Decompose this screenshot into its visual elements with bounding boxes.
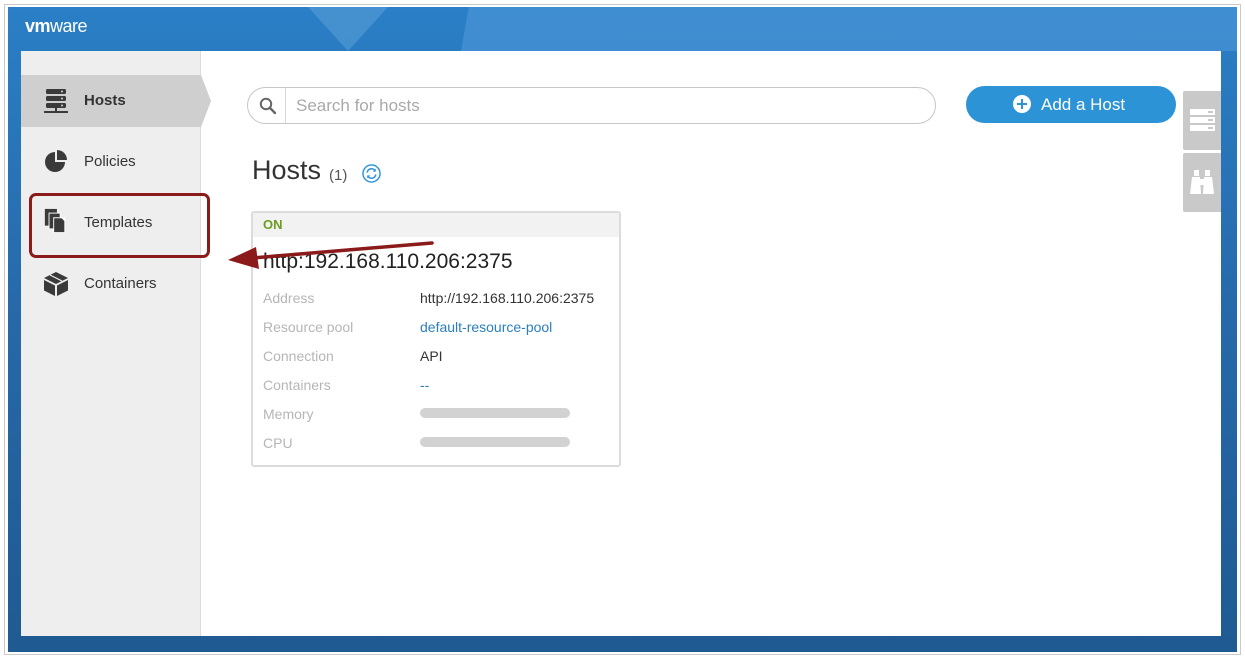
search-input[interactable]: [296, 94, 916, 118]
sidebar-item-hosts[interactable]: Hosts: [21, 75, 211, 127]
resource-pool-label: Resource pool: [263, 319, 354, 335]
refresh-icon[interactable]: [362, 164, 381, 183]
resource-pool-link[interactable]: default-resource-pool: [420, 319, 552, 335]
memory-label: Memory: [263, 406, 314, 422]
workspace: Hosts Policies Templates Containers Sear…: [21, 51, 1221, 636]
hosts-count: (1): [329, 167, 348, 184]
containers-link[interactable]: --: [420, 377, 429, 393]
pie-chart-icon: [45, 150, 67, 172]
server-stack-icon: [44, 89, 68, 113]
address-label: Address: [263, 290, 315, 306]
cube-icon: [44, 272, 68, 296]
connection-value: API: [420, 348, 443, 364]
search-bar: [247, 87, 936, 124]
search-icon: [259, 97, 277, 115]
banner-decoration: [308, 7, 388, 51]
add-host-button[interactable]: Add a Host: [966, 86, 1176, 123]
sidebar-item-label: Containers: [84, 275, 157, 292]
connection-label: Connection: [263, 348, 334, 364]
sidebar-item-containers[interactable]: Containers: [21, 258, 201, 310]
sidebar-item-label: Policies: [84, 153, 136, 170]
binoculars-icon: [1190, 170, 1214, 194]
containers-label: Containers: [263, 377, 331, 393]
annotation-arrow: [228, 241, 434, 269]
list-panel-icon: [1190, 109, 1215, 131]
status-bar: ON: [253, 213, 619, 237]
app-window: vmware Hosts Policies Templates Containe…: [8, 7, 1237, 652]
cpu-label: CPU: [263, 435, 293, 451]
memory-usage-bar: [420, 408, 570, 418]
cpu-usage-bar: [420, 437, 570, 447]
vmware-logo: vmware: [25, 16, 88, 36]
banner-decoration: [378, 7, 1237, 51]
search-button[interactable]: [248, 88, 286, 123]
side-tab-hosts-list[interactable]: [1183, 91, 1221, 150]
plus-circle-icon: [1013, 95, 1031, 113]
sidebar: Hosts Policies Templates Containers: [21, 51, 211, 636]
sidebar-item-policies[interactable]: Policies: [21, 136, 201, 188]
address-value: http://192.168.110.206:2375: [420, 290, 595, 306]
page-title: Hosts: [252, 155, 322, 185]
side-tab-explore[interactable]: [1183, 153, 1221, 212]
add-host-label: Add a Host: [1041, 95, 1126, 114]
annotation-highlight-box: [29, 193, 210, 258]
sidebar-item-label: Hosts: [84, 92, 126, 109]
status-badge: ON: [263, 217, 283, 232]
